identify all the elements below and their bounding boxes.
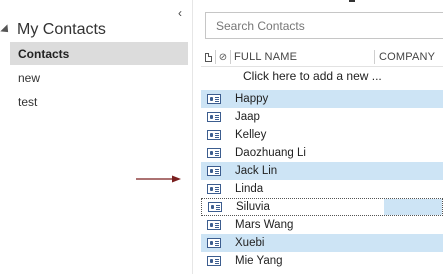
folder-item-new[interactable]: new <box>10 66 188 89</box>
contact-company <box>383 216 443 234</box>
contact-row-jaap[interactable]: Jaap <box>201 108 443 126</box>
document-icon <box>204 52 212 62</box>
paperclip-icon: ⊘ <box>218 51 228 63</box>
contact-card-icon-cell <box>201 234 227 252</box>
folder-item-contacts[interactable]: Contacts <box>10 42 188 65</box>
full-name-column-header[interactable]: FULL NAME <box>231 51 374 63</box>
contact-company <box>383 234 443 252</box>
contacts-window: ‹ My Contacts Contacts new test ⊘ <box>0 0 443 274</box>
contact-row-xuebi[interactable]: Xuebi <box>201 234 443 252</box>
contact-company <box>383 126 443 144</box>
contact-card-icon-cell <box>201 252 227 270</box>
contact-card-icon-cell <box>201 126 227 144</box>
contact-card-icon-cell <box>201 180 227 198</box>
folder-item-label: test <box>18 94 38 109</box>
contact-full-name: Xuebi <box>235 237 265 249</box>
caret-expanded-icon[interactable] <box>3 24 13 36</box>
contact-company <box>383 252 443 270</box>
icon-column-header[interactable] <box>201 48 215 66</box>
search-input[interactable] <box>216 18 436 33</box>
contact-full-name: Linda <box>235 183 264 195</box>
contact-full-name: Kelley <box>235 129 267 141</box>
contact-row-siluvia[interactable]: Siluvia <box>201 198 443 216</box>
contact-card-icon <box>207 94 221 104</box>
company-column-header[interactable]: COMPANY <box>375 51 435 63</box>
contact-full-name: Jaap <box>235 111 260 123</box>
contact-row-kelley[interactable]: Kelley <box>201 126 443 144</box>
contact-row-mie-yang[interactable]: Mie Yang <box>201 252 443 270</box>
contact-card-icon-cell <box>201 162 227 180</box>
contact-full-name: Happy <box>235 93 269 105</box>
contact-card-icon <box>208 202 222 212</box>
contact-card-icon-cell <box>201 216 227 234</box>
contact-card-icon <box>207 238 221 248</box>
contact-card-icon-cell <box>201 108 227 126</box>
contact-company <box>383 144 443 162</box>
contact-full-name: Daozhuang Li <box>235 147 306 159</box>
contact-row-mars-wang[interactable]: Mars Wang <box>201 216 443 234</box>
contact-full-name: Siluvia <box>236 201 270 213</box>
search-box[interactable] <box>205 12 443 39</box>
folder-item-label: Contacts <box>18 46 70 61</box>
add-new-contact-row[interactable]: Click here to add a new ... <box>243 67 382 85</box>
contact-card-icon <box>207 256 221 266</box>
contact-company <box>383 90 443 108</box>
contact-card-icon <box>207 166 221 176</box>
contact-full-name: Mars Wang <box>235 219 294 231</box>
contact-full-name: Jack Lin <box>235 165 278 177</box>
contact-company <box>383 108 443 126</box>
add-new-contact-label: Click here to add a new ... <box>243 69 382 83</box>
contact-card-icon <box>207 130 221 140</box>
contact-company <box>383 162 443 180</box>
folder-pane: ‹ My Contacts Contacts new test <box>0 0 192 274</box>
group-title: My Contacts <box>17 21 106 38</box>
attachment-column-header[interactable]: ⊘ <box>216 48 230 66</box>
contact-row-linda[interactable]: Linda <box>201 180 443 198</box>
list-column-header: ⊘ FULL NAME COMPANY <box>201 48 443 67</box>
window-edge-fragment <box>349 0 355 2</box>
annotation-arrow-icon <box>136 175 181 183</box>
collapse-pane-icon[interactable]: ‹ <box>174 6 186 20</box>
contact-card-icon-cell <box>201 144 227 162</box>
contact-row-daozhuang-li[interactable]: Daozhuang Li <box>201 144 443 162</box>
contact-row-jack-lin[interactable]: Jack Lin <box>201 162 443 180</box>
contact-card-icon-cell <box>201 90 227 108</box>
contact-list-pane: ⊘ FULL NAME COMPANY Click here to add a … <box>193 0 443 274</box>
contact-card-icon <box>207 220 221 230</box>
contact-company <box>384 199 442 215</box>
contact-card-icon <box>207 112 221 122</box>
contact-card-icon <box>207 184 221 194</box>
folder-item-label: new <box>18 70 41 85</box>
folder-item-test[interactable]: test <box>10 90 188 113</box>
contact-card-icon-cell <box>202 198 228 216</box>
my-contacts-group-header[interactable]: My Contacts <box>3 20 106 40</box>
contact-full-name: Mie Yang <box>235 255 283 267</box>
contact-row-happy[interactable]: Happy <box>201 90 443 108</box>
contact-company <box>383 180 443 198</box>
contact-card-icon <box>207 148 221 158</box>
